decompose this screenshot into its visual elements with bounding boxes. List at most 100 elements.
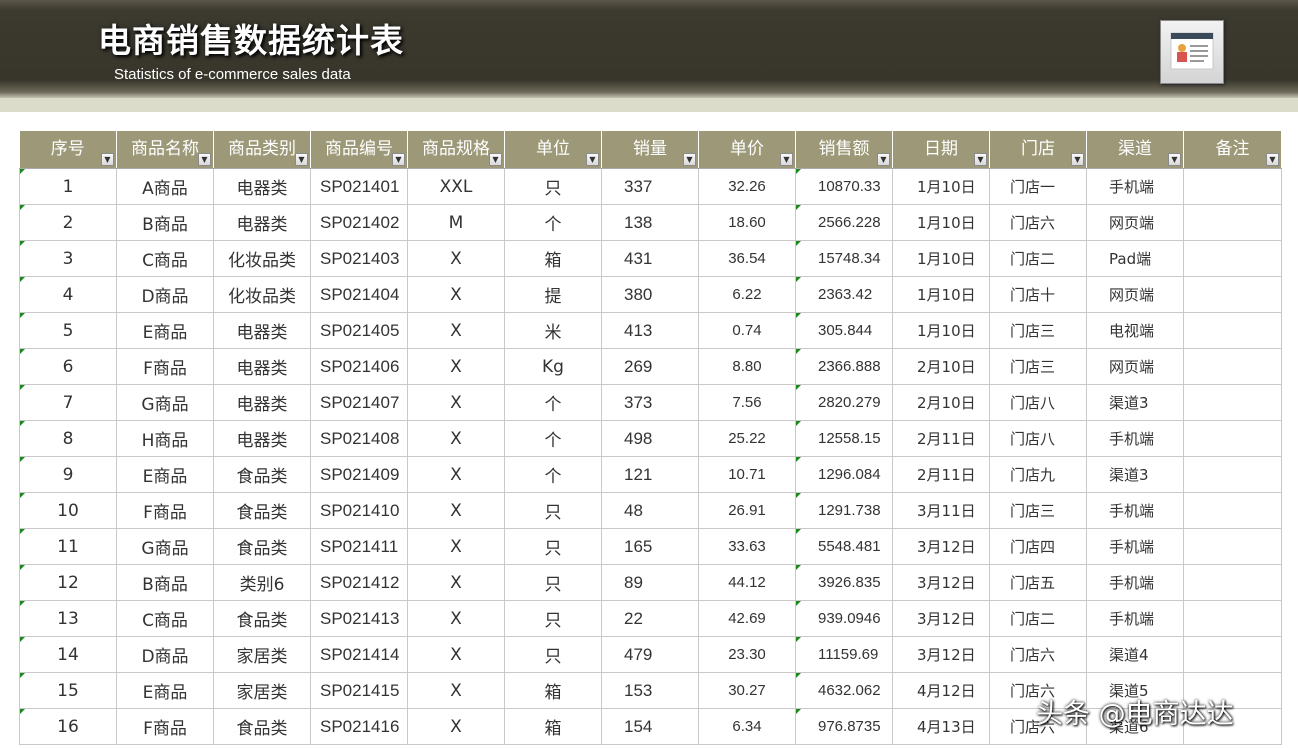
cell-date[interactable]: 2月11日 [892, 420, 990, 457]
cell-category[interactable]: 食品类 [213, 600, 311, 637]
cell-product-name[interactable]: F商品 [116, 348, 214, 385]
cell-seq[interactable]: 11 [19, 528, 117, 565]
report-card-icon[interactable] [1160, 20, 1224, 84]
cell-unit[interactable]: 只 [504, 492, 602, 529]
cell-sales-amount[interactable]: 11159.69 [795, 636, 893, 673]
cell-quantity[interactable]: 413 [601, 312, 699, 349]
cell-sales-amount[interactable]: 976.8735 [795, 708, 893, 745]
cell-spec[interactable]: X [407, 636, 505, 673]
cell-remark[interactable] [1183, 168, 1282, 205]
cell-sales-amount[interactable]: 15748.34 [795, 240, 893, 277]
cell-sales-amount[interactable]: 10870.33 [795, 168, 893, 205]
cell-spec[interactable]: M [407, 204, 505, 241]
cell-category[interactable]: 家居类 [213, 672, 311, 709]
cell-product-name[interactable]: A商品 [116, 168, 214, 205]
cell-product-code[interactable]: SP021403 [310, 240, 408, 277]
cell-channel[interactable]: Pad端 [1086, 240, 1184, 277]
cell-category[interactable]: 食品类 [213, 528, 311, 565]
filter-dropdown-icon[interactable]: ▼ [392, 153, 405, 166]
cell-unit[interactable]: 箱 [504, 672, 602, 709]
cell-remark[interactable] [1183, 348, 1282, 385]
cell-channel[interactable]: 电视端 [1086, 312, 1184, 349]
cell-spec[interactable]: X [407, 708, 505, 745]
cell-date[interactable]: 2月10日 [892, 384, 990, 421]
filter-dropdown-icon[interactable]: ▼ [586, 153, 599, 166]
cell-seq[interactable]: 14 [19, 636, 117, 673]
cell-category[interactable]: 食品类 [213, 492, 311, 529]
cell-channel[interactable]: 手机端 [1086, 564, 1184, 601]
cell-spec[interactable]: X [407, 528, 505, 565]
cell-product-code[interactable]: SP021406 [310, 348, 408, 385]
cell-sales-amount[interactable]: 1291.738 [795, 492, 893, 529]
cell-sales-amount[interactable]: 4632.062 [795, 672, 893, 709]
filter-dropdown-icon[interactable]: ▼ [101, 153, 114, 166]
cell-product-name[interactable]: H商品 [116, 420, 214, 457]
cell-channel[interactable]: 渠道3 [1086, 384, 1184, 421]
cell-channel[interactable]: 手机端 [1086, 528, 1184, 565]
cell-unit[interactable]: 只 [504, 168, 602, 205]
cell-product-code[interactable]: SP021413 [310, 600, 408, 637]
cell-unit[interactable]: 只 [504, 600, 602, 637]
cell-product-name[interactable]: D商品 [116, 276, 214, 313]
cell-quantity[interactable]: 337 [601, 168, 699, 205]
cell-unit-price[interactable]: 8.80 [698, 348, 796, 385]
cell-date[interactable]: 2月11日 [892, 456, 990, 493]
cell-sales-amount[interactable]: 3926.835 [795, 564, 893, 601]
cell-channel[interactable]: 网页端 [1086, 204, 1184, 241]
cell-store[interactable]: 门店三 [989, 348, 1087, 385]
cell-date[interactable]: 3月12日 [892, 528, 990, 565]
cell-product-name[interactable]: C商品 [116, 240, 214, 277]
cell-seq[interactable]: 4 [19, 276, 117, 313]
cell-category[interactable]: 电器类 [213, 312, 311, 349]
cell-product-code[interactable]: SP021407 [310, 384, 408, 421]
cell-spec[interactable]: X [407, 672, 505, 709]
cell-date[interactable]: 1月10日 [892, 168, 990, 205]
cell-date[interactable]: 3月12日 [892, 636, 990, 673]
cell-unit-price[interactable]: 26.91 [698, 492, 796, 529]
cell-store[interactable]: 门店二 [989, 600, 1087, 637]
cell-sales-amount[interactable]: 2363.42 [795, 276, 893, 313]
cell-store[interactable]: 门店三 [989, 312, 1087, 349]
cell-quantity[interactable]: 498 [601, 420, 699, 457]
cell-seq[interactable]: 12 [19, 564, 117, 601]
cell-date[interactable]: 1月10日 [892, 312, 990, 349]
cell-date[interactable]: 1月10日 [892, 276, 990, 313]
cell-sales-amount[interactable]: 5548.481 [795, 528, 893, 565]
filter-dropdown-icon[interactable]: ▼ [683, 153, 696, 166]
cell-product-name[interactable]: E商品 [116, 312, 214, 349]
cell-unit-price[interactable]: 42.69 [698, 600, 796, 637]
cell-sales-amount[interactable]: 939.0946 [795, 600, 893, 637]
cell-category[interactable]: 电器类 [213, 204, 311, 241]
cell-unit-price[interactable]: 25.22 [698, 420, 796, 457]
cell-quantity[interactable]: 22 [601, 600, 699, 637]
cell-product-code[interactable]: SP021412 [310, 564, 408, 601]
cell-unit[interactable]: 只 [504, 636, 602, 673]
cell-date[interactable]: 1月10日 [892, 240, 990, 277]
cell-sales-amount[interactable]: 2366.888 [795, 348, 893, 385]
cell-channel[interactable]: 手机端 [1086, 168, 1184, 205]
cell-quantity[interactable]: 431 [601, 240, 699, 277]
cell-remark[interactable] [1183, 456, 1282, 493]
cell-category[interactable]: 类别6 [213, 564, 311, 601]
filter-dropdown-icon[interactable]: ▼ [1071, 153, 1084, 166]
cell-seq[interactable]: 8 [19, 420, 117, 457]
cell-spec[interactable]: X [407, 420, 505, 457]
cell-product-name[interactable]: F商品 [116, 492, 214, 529]
cell-unit-price[interactable]: 33.63 [698, 528, 796, 565]
cell-remark[interactable] [1183, 384, 1282, 421]
cell-spec[interactable]: X [407, 276, 505, 313]
cell-unit[interactable]: 个 [504, 420, 602, 457]
cell-product-code[interactable]: SP021408 [310, 420, 408, 457]
cell-unit-price[interactable]: 6.22 [698, 276, 796, 313]
cell-store[interactable]: 门店一 [989, 168, 1087, 205]
cell-unit[interactable]: 提 [504, 276, 602, 313]
cell-store[interactable]: 门店六 [989, 636, 1087, 673]
cell-product-code[interactable]: SP021410 [310, 492, 408, 529]
cell-product-name[interactable]: C商品 [116, 600, 214, 637]
cell-store[interactable]: 门店八 [989, 420, 1087, 457]
cell-seq[interactable]: 15 [19, 672, 117, 709]
cell-remark[interactable] [1183, 204, 1282, 241]
filter-dropdown-icon[interactable]: ▼ [1168, 153, 1181, 166]
cell-category[interactable]: 化妆品类 [213, 276, 311, 313]
cell-product-name[interactable]: B商品 [116, 204, 214, 241]
